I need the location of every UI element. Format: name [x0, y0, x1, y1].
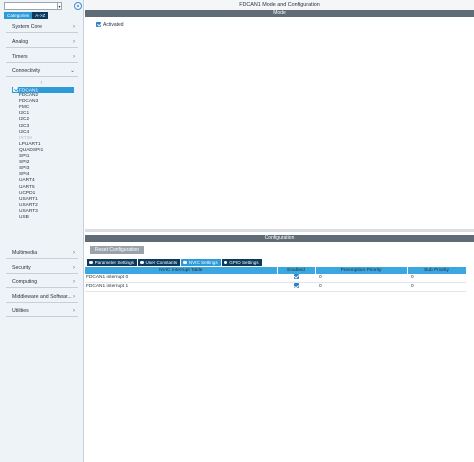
tab-a-to-z[interactable]: A->Z [32, 12, 49, 19]
column-header[interactable]: Preemption Priority [315, 267, 408, 274]
category-security[interactable]: Security › [6, 263, 78, 274]
activated-checkbox-row[interactable]: Activated [96, 22, 124, 28]
checkbox-checked-icon[interactable] [293, 274, 299, 279]
category-label: Middleware and Softwar... [12, 294, 72, 300]
activated-label: Activated [103, 22, 124, 29]
chevron-down-icon: ⌄ [69, 68, 75, 74]
sub-priority-cell[interactable]: 0 [407, 274, 466, 284]
table-row[interactable]: FDCAN1 interrupt 1 0 0 [85, 282, 466, 293]
category-utilities[interactable]: Utilities › [6, 306, 78, 317]
tab-label: NVIC Settings [188, 260, 218, 265]
category-middleware[interactable]: Middleware and Softwar... › [6, 292, 78, 303]
category-computing[interactable]: Computing › [6, 277, 78, 288]
search-input[interactable] [4, 2, 58, 10]
column-header[interactable]: NVIC Interrupt Table [85, 267, 278, 274]
table-header-row: NVIC Interrupt Table Enabled Preemption … [85, 267, 467, 274]
chevron-right-icon: › [73, 39, 75, 45]
chevron-right-icon: › [73, 54, 75, 60]
chevron-right-icon: › [73, 294, 75, 300]
tab-nvic-settings[interactable]: NVIC Settings [181, 259, 221, 266]
radio-dot-icon [183, 260, 187, 265]
category-multimedia[interactable]: Multimedia › [6, 248, 78, 259]
category-analog[interactable]: Analog › [6, 37, 78, 48]
checkbox-checked-icon[interactable] [293, 283, 299, 289]
nvic-interrupt-table: NVIC Interrupt Table Enabled Preemption … [85, 267, 467, 293]
sidebar-tabs: Categories A->Z [4, 12, 49, 19]
category-label: Analog [12, 39, 29, 45]
preemption-priority-cell[interactable]: 0 [315, 274, 407, 284]
reset-configuration-button[interactable]: Reset Configuration [90, 246, 144, 254]
chevron-right-icon: › [73, 250, 75, 256]
tab-label: User Constants [145, 260, 178, 265]
category-timers[interactable]: Timers › [6, 52, 78, 63]
search-dropdown-icon[interactable]: ▾ [58, 2, 62, 10]
search-row: ▾ [4, 2, 82, 10]
peripheral-item[interactable]: USB [12, 215, 74, 221]
chevron-right-icon: › [73, 308, 75, 314]
enabled-cell[interactable] [277, 282, 315, 293]
splitter-handle[interactable] [85, 229, 474, 232]
checkbox-checked-icon[interactable] [96, 22, 101, 27]
sub-priority-cell[interactable]: 0 [407, 282, 466, 293]
sidebar: ▾ Categories A->Z System Core › Analog ›… [0, 0, 84, 462]
column-header[interactable]: Sub Priority [407, 267, 467, 274]
interrupt-name: FDCAN1 interrupt 0 [85, 274, 277, 284]
category-label: System Core [12, 24, 42, 30]
interrupt-name: FDCAN1 interrupt 1 [85, 282, 277, 293]
sort-up-icon[interactable]: ↑ [40, 80, 43, 86]
chevron-right-icon: › [73, 279, 75, 285]
enabled-cell[interactable] [277, 274, 315, 284]
peripheral-list: FDCAN1 FDCAN2 FDCAN3 FMC I2C1 I2C2 I2C3 … [12, 87, 74, 221]
category-label: Multimedia [12, 250, 38, 256]
chevron-right-icon: › [73, 24, 75, 30]
configuration-tabs: Parameter Settings User Constants NVIC S… [87, 259, 262, 266]
main-panel: FDCAN1 Mode and Configuration Mode Activ… [85, 0, 474, 462]
tab-parameter-settings[interactable]: Parameter Settings [87, 259, 137, 266]
category-label: Timers [12, 54, 28, 60]
category-label: Computing [12, 279, 38, 285]
category-connectivity[interactable]: Connectivity ⌄ [6, 66, 78, 77]
table-row[interactable]: FDCAN1 interrupt 0 0 0 [85, 274, 466, 284]
category-label: Connectivity [12, 68, 41, 74]
mode-section-header: Mode [85, 10, 474, 17]
category-label: Security [12, 265, 31, 271]
category-label: Utilities [12, 308, 29, 314]
tab-categories[interactable]: Categories [4, 12, 33, 19]
tab-label: GPIO Settings [229, 260, 259, 265]
tab-label: Parameter Settings [94, 260, 134, 265]
configuration-section-header: Configuration [85, 235, 474, 242]
radio-dot-icon [139, 260, 144, 265]
radio-dot-icon [223, 260, 228, 265]
preemption-priority-cell[interactable]: 0 [315, 282, 407, 293]
chevron-right-icon: › [73, 265, 75, 271]
tab-gpio-settings[interactable]: GPIO Settings [221, 259, 262, 266]
category-system-core[interactable]: System Core › [6, 22, 78, 33]
gear-icon[interactable] [74, 2, 82, 10]
tab-user-constants[interactable]: User Constants [137, 259, 181, 266]
page-title: FDCAN1 Mode and Configuration [85, 0, 474, 10]
radio-dot-icon [89, 260, 93, 265]
check-icon [13, 87, 18, 92]
